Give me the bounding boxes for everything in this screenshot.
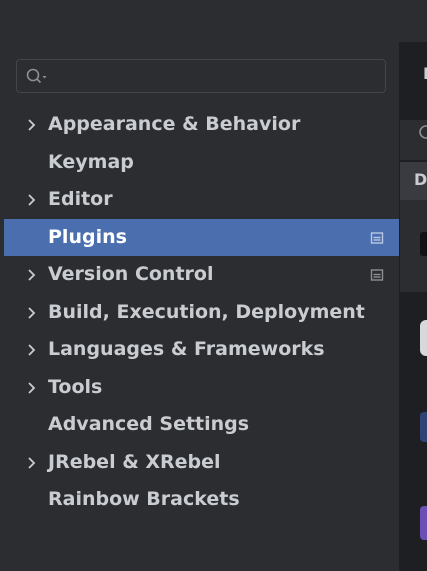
chevron-right-icon[interactable] [25,342,39,358]
tab-letter[interactable]: I [423,64,427,83]
tree-item-label: Appearance & Behavior [48,113,301,135]
plugins-panel: I D [400,42,427,571]
tree-item-label: Keymap [48,150,134,173]
plugin-logo-icon [420,412,427,442]
project-settings-icon [370,269,384,281]
tree-item-label: Languages & Frameworks [48,338,325,360]
chevron-right-icon[interactable] [25,305,39,321]
tree-item-label: JRebel & XRebel [48,450,221,473]
chevron-right-icon[interactable] [25,380,39,396]
title-bar [0,0,427,42]
tree-item-label: Plugins [48,225,127,248]
settings-search-box[interactable] [16,59,386,94]
tree-item-label: Tools [48,375,103,398]
plugin-logo-icon [420,320,427,356]
tree-item-version-control[interactable]: Version Control [4,256,399,294]
search-icon[interactable] [25,67,49,85]
tree-item-plugins[interactable]: Plugins [4,218,399,256]
tree-item-editor[interactable]: Editor [4,181,399,219]
tree-item-jrebel-xrebel[interactable]: JRebel & XRebel [4,444,399,482]
tree-item-build-execution-deployment[interactable]: Build, Execution, Deployment [4,294,399,332]
plugin-logo-icon [420,506,427,540]
tree-item-appearance-behavior[interactable]: Appearance & Behavior [4,106,399,144]
tree-item-label: Build, Execution, Deployment [48,300,365,323]
project-settings-icon [370,231,384,244]
tree-item-label: Rainbow Brackets [48,488,240,510]
tree-item-tools[interactable]: Tools [4,369,399,407]
chevron-right-icon[interactable] [25,192,39,208]
tab-letter: D [414,170,427,189]
chevron-right-icon[interactable] [25,455,39,471]
settings-tree: Appearance & Behavior Keymap Editor Plug… [4,106,399,519]
chevron-right-icon[interactable] [25,267,39,283]
tree-item-label: Advanced Settings [48,413,250,435]
tree-item-languages-frameworks[interactable]: Languages & Frameworks [4,331,399,369]
tree-item-keymap[interactable]: Keymap [4,144,399,182]
tree-item-rainbow-brackets[interactable]: Rainbow Brackets [4,481,399,519]
search-icon [419,125,427,139]
tree-item-advanced-settings[interactable]: Advanced Settings [4,406,399,444]
plugin-logo-icon [420,232,427,256]
tree-item-label: Version Control [48,263,214,285]
chevron-right-icon[interactable] [25,117,39,133]
tree-item-label: Editor [48,188,113,210]
search-input[interactable] [55,60,379,94]
